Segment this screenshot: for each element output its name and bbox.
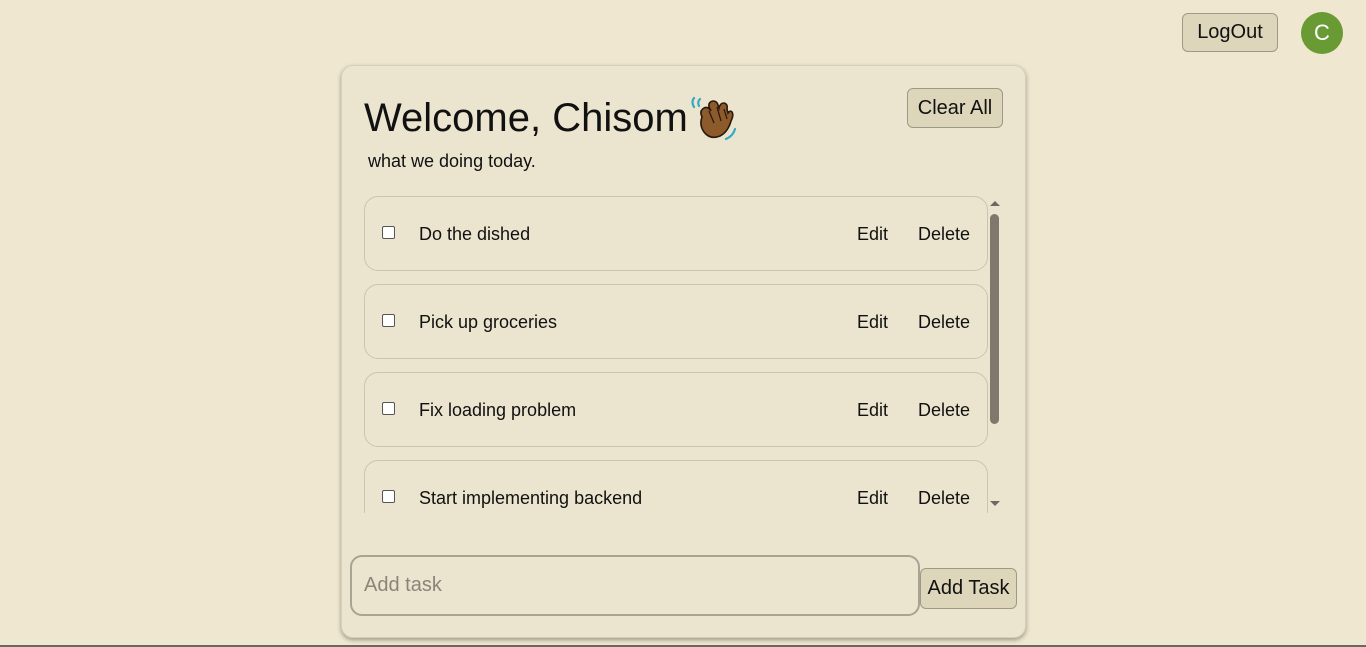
task-item: Do the dished Edit Delete bbox=[364, 196, 988, 271]
task-label: Start implementing backend bbox=[419, 488, 643, 508]
task-edit-button[interactable]: Edit bbox=[857, 311, 888, 333]
subtitle: what we doing today. bbox=[368, 151, 536, 171]
task-delete-button[interactable]: Delete bbox=[918, 487, 970, 509]
task-delete-button[interactable]: Delete bbox=[918, 399, 970, 421]
task-item: Fix loading problem Edit Delete bbox=[364, 372, 988, 447]
task-checkbox[interactable] bbox=[382, 314, 395, 327]
add-task-button[interactable]: Add Task bbox=[920, 568, 1017, 609]
task-list-scrollbar[interactable] bbox=[989, 198, 1001, 513]
page-title: Welcome, Chisom bbox=[364, 94, 736, 142]
scroll-up-arrow-icon[interactable] bbox=[990, 201, 1000, 206]
task-label: Fix loading problem bbox=[419, 400, 577, 420]
task-edit-button[interactable]: Edit bbox=[857, 487, 888, 509]
logout-button[interactable]: LogOut bbox=[1182, 13, 1278, 52]
todo-page: LogOut C Welcome, Chisom what we doing t… bbox=[0, 0, 1366, 647]
scroll-down-arrow-icon[interactable] bbox=[990, 501, 1000, 506]
task-label: Do the dished bbox=[419, 224, 531, 244]
task-edit-button[interactable]: Edit bbox=[857, 399, 888, 421]
scrollbar-thumb[interactable] bbox=[990, 214, 999, 424]
greeting-text: Welcome, Chisom bbox=[364, 96, 688, 140]
todo-card: Welcome, Chisom what we doing today. Cle… bbox=[341, 65, 1026, 638]
waving-hand-icon bbox=[691, 96, 736, 141]
task-list[interactable]: Do the dished Edit Delete Pick up grocer… bbox=[364, 196, 989, 513]
task-label: Pick up groceries bbox=[419, 312, 558, 332]
task-item: Pick up groceries Edit Delete bbox=[364, 284, 988, 359]
avatar[interactable]: C bbox=[1301, 12, 1343, 54]
task-checkbox[interactable] bbox=[382, 226, 395, 239]
clear-all-button[interactable]: Clear All bbox=[907, 88, 1003, 128]
task-edit-button[interactable]: Edit bbox=[857, 223, 888, 245]
task-delete-button[interactable]: Delete bbox=[918, 223, 970, 245]
add-task-input[interactable] bbox=[350, 555, 920, 616]
task-checkbox[interactable] bbox=[382, 402, 395, 415]
task-checkbox[interactable] bbox=[382, 490, 395, 503]
task-item: Start implementing backend Edit Delete bbox=[364, 460, 988, 513]
task-delete-button[interactable]: Delete bbox=[918, 311, 970, 333]
